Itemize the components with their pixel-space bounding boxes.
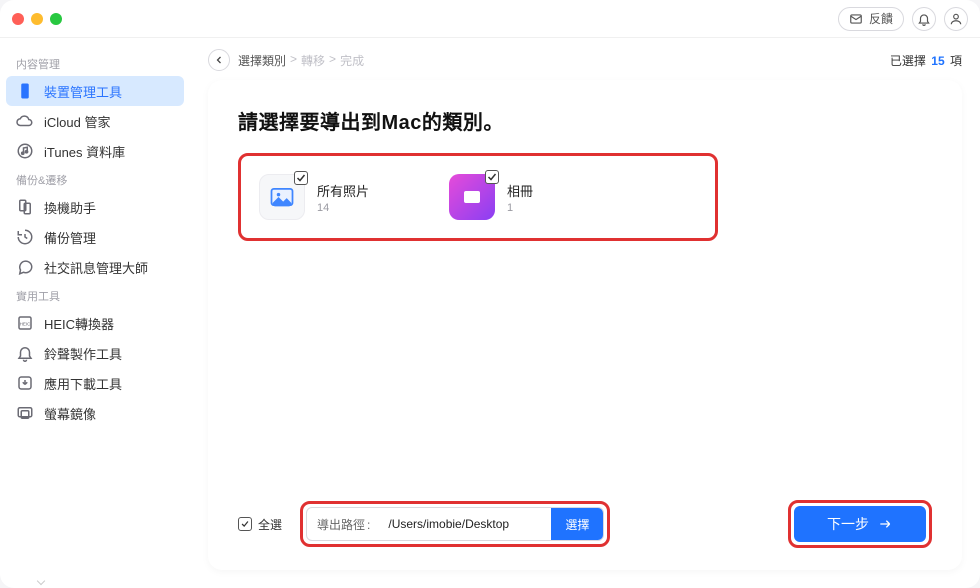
category-name: 相冊	[507, 181, 533, 200]
titlebar: 反饋	[0, 0, 980, 38]
notification-button[interactable]	[912, 7, 936, 31]
breadcrumb: 選擇類別 > 轉移 > 完成	[238, 52, 364, 69]
sidebar-item-label: 備份管理	[44, 228, 96, 247]
chat-bubble-icon	[16, 258, 34, 276]
clock-refresh-icon	[16, 228, 34, 246]
export-path-input[interactable]	[380, 508, 551, 540]
phone-swap-icon	[16, 198, 34, 216]
sidebar-item-backup[interactable]: 備份管理	[6, 222, 184, 252]
main-pane: 選擇類別 > 轉移 > 完成 已選擇 15 項 請選擇要導出到Mac的類別。	[190, 38, 980, 588]
bell-icon	[16, 344, 34, 362]
sidebar-item-label: 裝置管理工具	[44, 82, 122, 101]
window-close-button[interactable]	[12, 13, 24, 25]
sidebar-item-screen-mirror[interactable]: 螢幕鏡像	[6, 398, 184, 428]
selected-count: 已選擇 15 項	[890, 52, 962, 69]
svg-text:HEIC: HEIC	[20, 321, 32, 326]
selected-count-number: 15	[931, 54, 944, 68]
breadcrumb-separator: >	[290, 52, 297, 69]
category-name: 所有照片	[317, 181, 369, 200]
sidebar-item-icloud[interactable]: iCloud 管家	[6, 106, 184, 136]
sidebar-section-header: 實用工具	[6, 282, 184, 308]
feedback-label: 反饋	[869, 10, 893, 27]
next-button-label: 下一步	[827, 514, 869, 534]
breadcrumb-separator: >	[329, 52, 336, 69]
page-title: 請選擇要導出到Mac的類別。	[238, 106, 932, 135]
screen-mirror-icon	[16, 404, 34, 422]
category-all-photos[interactable]: 所有照片 14	[259, 174, 369, 220]
window-maximize-button[interactable]	[50, 13, 62, 25]
app-download-icon	[16, 374, 34, 392]
sidebar-scroll-indicator	[37, 577, 45, 585]
choose-path-button[interactable]: 選擇	[551, 508, 603, 540]
sidebar-item-label: 換機助手	[44, 198, 96, 217]
export-path-box: 導出路徑 選擇	[300, 501, 610, 547]
sidebar-item-label: iCloud 管家	[44, 112, 110, 131]
next-button-box: 下一步	[788, 500, 932, 548]
checkbox-checked-icon	[294, 171, 308, 185]
selected-count-suffix: 項	[950, 54, 962, 68]
window-minimize-button[interactable]	[31, 13, 43, 25]
back-button[interactable]	[208, 49, 230, 71]
breadcrumb-row: 選擇類別 > 轉移 > 完成 已選擇 15 項	[208, 46, 962, 74]
export-path-label: 導出路徑	[307, 516, 380, 533]
sidebar-item-social[interactable]: 社交訊息管理大師	[6, 252, 184, 282]
photos-icon	[259, 174, 305, 220]
checkbox-checked-icon	[485, 170, 499, 184]
select-all-checkbox[interactable]: 全選	[238, 516, 282, 533]
sidebar-item-label: 螢幕鏡像	[44, 404, 96, 423]
footer-bar: 全選 導出路徑 選擇 下一步	[238, 500, 932, 548]
chevron-left-icon	[213, 54, 225, 66]
sidebar-item-ringtone[interactable]: 鈴聲製作工具	[6, 338, 184, 368]
category-album[interactable]: 相冊 1	[449, 174, 533, 220]
category-count: 1	[507, 202, 533, 214]
cloud-icon	[16, 112, 34, 130]
user-icon	[949, 12, 963, 26]
sidebar-item-label: iTunes 資料庫	[44, 142, 125, 161]
arrow-right-icon	[877, 516, 893, 532]
sidebar-item-app-download[interactable]: 應用下載工具	[6, 368, 184, 398]
select-all-label: 全選	[258, 516, 282, 533]
sidebar-item-heic[interactable]: HEIC HEIC轉換器	[6, 308, 184, 338]
music-note-icon	[16, 142, 34, 160]
window-controls	[12, 13, 62, 25]
content-card: 請選擇要導出到Mac的類別。 所有照片 14	[208, 80, 962, 570]
sidebar-item-label: 鈴聲製作工具	[44, 344, 122, 363]
sidebar-section-header: 備份&遷移	[6, 166, 184, 192]
breadcrumb-step: 完成	[340, 52, 364, 69]
sidebar-item-label: HEIC轉換器	[44, 314, 114, 333]
sidebar-item-phone-switch[interactable]: 換機助手	[6, 192, 184, 222]
sidebar-section-header: 内容管理	[6, 50, 184, 76]
heic-icon: HEIC	[16, 314, 34, 332]
feedback-button[interactable]: 反饋	[838, 7, 904, 31]
sidebar-item-label: 社交訊息管理大師	[44, 258, 148, 277]
category-count: 14	[317, 202, 369, 214]
checkbox-checked-icon	[238, 517, 252, 531]
sidebar-item-label: 應用下載工具	[44, 374, 122, 393]
sidebar-item-device-manager[interactable]: 裝置管理工具	[6, 76, 184, 106]
next-button[interactable]: 下一步	[794, 506, 926, 542]
breadcrumb-step: 選擇類別	[238, 52, 286, 69]
mail-icon	[849, 12, 863, 26]
app-window: 反饋 内容管理 裝置管理工具 iCloud 管家 iTunes	[0, 0, 980, 588]
album-icon	[449, 174, 495, 220]
phone-icon	[16, 82, 34, 100]
breadcrumb-step: 轉移	[301, 52, 325, 69]
sidebar-item-itunes[interactable]: iTunes 資料庫	[6, 136, 184, 166]
selected-count-prefix: 已選擇	[890, 54, 926, 68]
account-button[interactable]	[944, 7, 968, 31]
category-selection-box: 所有照片 14 相冊 1	[238, 153, 718, 241]
bell-icon	[917, 12, 931, 26]
sidebar: 内容管理 裝置管理工具 iCloud 管家 iTunes 資料庫 備份&遷移 換…	[0, 38, 190, 588]
